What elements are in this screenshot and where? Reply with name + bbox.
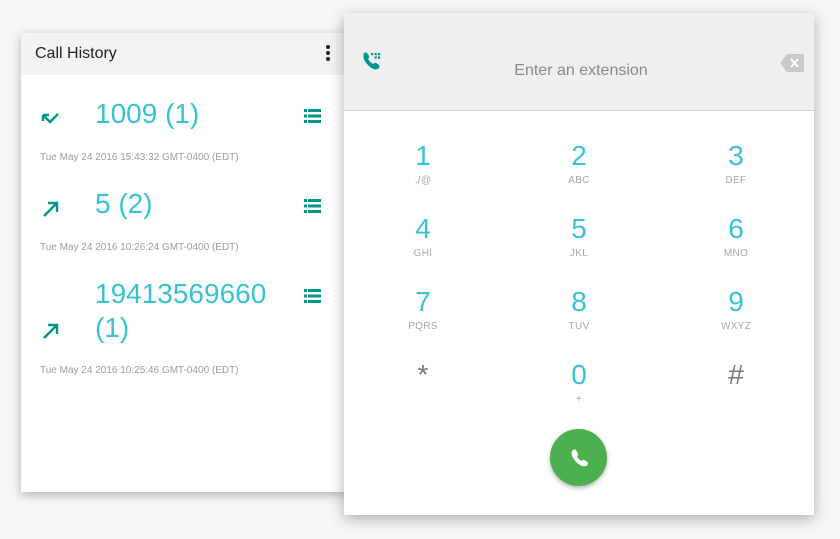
call-missed-icon [39,107,63,131]
call-history-item: 1009 (1) Tue May 24 2016 15:43:32 GMT-04… [21,75,349,165]
key-digit: 7 [415,286,431,317]
call-history-item: 19413569660 (1) Tue May 24 2016 10:25:46… [21,255,349,385]
dialer-header [344,13,814,111]
key-8[interactable]: 8 TUV [519,286,639,348]
key-star[interactable]: * [363,359,483,421]
list-icon[interactable] [304,199,321,213]
backspace-icon[interactable] [780,54,804,72]
dialer-panel: 1 ./@ 2 ABC 3 DEF 4 GHI 5 JKL 6 MNO 7 PQ… [344,13,814,515]
call-button[interactable] [550,429,607,486]
call-number-link[interactable]: 5 (2) [95,187,285,221]
key-4[interactable]: 4 GHI [363,213,483,275]
key-letters: ./@ [414,175,432,186]
key-7[interactable]: 7 PQRS [363,286,483,348]
key-9[interactable]: 9 WXYZ [676,286,796,348]
key-digit: 4 [415,213,431,244]
key-0[interactable]: 0 + [519,359,639,421]
key-digit: * [417,359,429,390]
key-digit: 0 [571,359,587,390]
key-digit: 9 [728,286,744,317]
key-letters: PQRS [408,321,438,332]
list-icon[interactable] [304,109,321,123]
phone-icon [568,447,590,469]
key-letters: ABC [568,175,590,186]
list-icon[interactable] [304,289,321,303]
call-number-link[interactable]: 19413569660 (1) [95,277,285,345]
call-history-item: 5 (2) Tue May 24 2016 10:26:24 GMT-0400 … [21,165,349,255]
call-made-icon [39,319,63,343]
key-digit: 8 [571,286,587,317]
key-letters: MNO [723,248,749,259]
key-2[interactable]: 2 ABC [519,140,639,202]
key-letters: WXYZ [720,321,752,332]
call-date: Tue May 24 2016 10:26:24 GMT-0400 (EDT) [40,242,239,253]
key-3[interactable]: 3 DEF [676,140,796,202]
key-letters: + [575,394,583,405]
key-digit: 2 [571,140,587,171]
key-letters: GHI [413,248,433,259]
key-digit: 1 [415,140,431,171]
key-5[interactable]: 5 JKL [519,213,639,275]
key-hash[interactable]: # [676,359,796,421]
key-digit: 5 [571,213,587,244]
key-1[interactable]: 1 ./@ [363,140,483,202]
key-digit: # [728,359,744,390]
key-digit: 3 [728,140,744,171]
call-number-link[interactable]: 1009 (1) [95,97,285,131]
call-history-title: Call History [35,45,117,62]
key-letters: TUV [568,321,590,332]
key-digit: 6 [728,213,744,244]
call-date: Tue May 24 2016 10:25:46 GMT-0400 (EDT) [40,365,239,376]
extension-input[interactable] [434,55,728,87]
key-letters: JKL [569,248,589,259]
call-made-icon [39,197,63,221]
dialpad-phone-icon[interactable] [361,51,383,73]
call-history-panel: Call History 1009 (1) Tue May 24 2016 15… [21,33,349,492]
key-6[interactable]: 6 MNO [676,213,796,275]
key-letters: DEF [725,175,747,186]
more-vert-icon[interactable] [325,45,331,63]
call-history-header: Call History [21,33,349,75]
call-date: Tue May 24 2016 15:43:32 GMT-0400 (EDT) [40,152,239,163]
